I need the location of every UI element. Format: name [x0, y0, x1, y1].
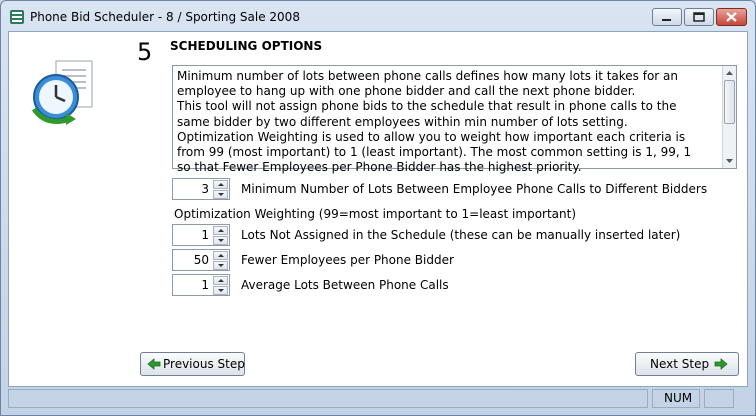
minimize-button[interactable]	[652, 8, 682, 26]
spin-down-icon[interactable]	[213, 190, 228, 199]
previous-step-button[interactable]: Previous Step	[140, 352, 245, 376]
weight-label: Average Lots Between Phone Calls	[241, 278, 449, 292]
spin-up-icon[interactable]	[213, 276, 228, 285]
spin-up-icon[interactable]	[213, 226, 228, 235]
spin-down-icon[interactable]	[213, 236, 228, 245]
scroll-up-icon[interactable]	[725, 69, 734, 77]
spin-up-icon[interactable]	[213, 180, 228, 189]
spin-up-icon[interactable]	[213, 251, 228, 260]
maximize-icon	[693, 12, 705, 22]
description-box[interactable]: Minimum number of lots between phone cal…	[172, 65, 737, 174]
step-number: 5	[137, 38, 153, 66]
app-icon	[10, 10, 24, 24]
min-lots-stepper[interactable]: 3	[172, 178, 230, 200]
minimize-icon	[662, 19, 671, 21]
description-text: Minimum number of lots between phone cal…	[177, 69, 692, 175]
next-step-label: Next Step	[650, 357, 710, 371]
weight-lots-not-assigned-stepper[interactable]: 1	[172, 224, 230, 246]
spin-down-icon[interactable]	[213, 286, 228, 295]
title-bar[interactable]: Phone Bid Scheduler - 8 / Sporting Sale …	[1, 1, 755, 31]
weight-label: Lots Not Assigned in the Schedule (these…	[241, 228, 681, 242]
weight-label: Fewer Employees per Phone Bidder	[241, 253, 454, 267]
maximize-button[interactable]	[684, 8, 714, 26]
weighting-heading: Optimization Weighting (99=most importan…	[174, 207, 577, 221]
close-button[interactable]	[716, 8, 747, 26]
arrow-right-icon	[714, 358, 728, 370]
spin-down-icon[interactable]	[213, 261, 228, 270]
description-scrollbar[interactable]	[722, 66, 736, 168]
weight-fewer-employees-stepper[interactable]: 50	[172, 249, 230, 271]
app-window: Phone Bid Scheduler - 8 / Sporting Sale …	[0, 0, 756, 416]
weight-value[interactable]: 50	[194, 253, 209, 267]
weight-value[interactable]: 1	[201, 228, 209, 242]
min-lots-value[interactable]: 3	[201, 182, 209, 196]
weight-average-lots-stepper[interactable]: 1	[172, 274, 230, 296]
previous-step-label: Previous Step	[163, 357, 245, 371]
schedule-clock-icon	[31, 60, 93, 125]
arrow-left-icon	[147, 358, 161, 370]
scroll-thumb[interactable]	[724, 80, 735, 124]
weight-value[interactable]: 1	[201, 278, 209, 292]
status-bar: NUM	[8, 388, 748, 410]
wizard-panel: 5 SCHEDULING OPTIONS Minimum number of l…	[8, 31, 748, 387]
step-title: SCHEDULING OPTIONS	[170, 39, 323, 53]
min-lots-label: Minimum Number of Lots Between Employee …	[241, 182, 708, 196]
next-step-button[interactable]: Next Step	[635, 352, 739, 376]
window-title: Phone Bid Scheduler - 8 / Sporting Sale …	[30, 10, 300, 24]
num-lock-indicator: NUM	[664, 391, 693, 405]
status-pane-extra	[704, 389, 734, 408]
status-pane-main	[8, 389, 648, 408]
close-icon	[726, 12, 737, 22]
scroll-down-icon[interactable]	[725, 157, 734, 165]
